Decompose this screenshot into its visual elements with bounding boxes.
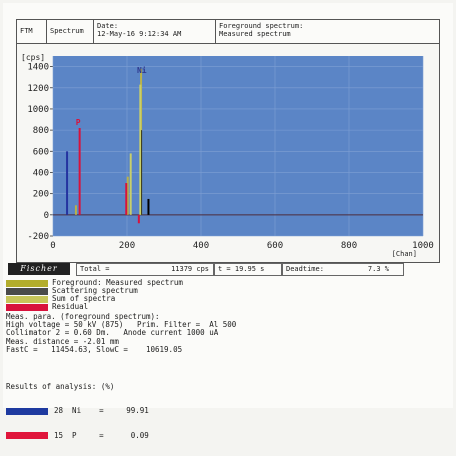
- x-tick-label: 0: [50, 241, 55, 251]
- header-box: FTM Spectrum Date: 12-May-16 9:12:34 AM …: [16, 19, 440, 45]
- y-tick-label: 1000: [27, 105, 49, 115]
- legend-label: Residual: [52, 302, 89, 311]
- mode-label: Spectrum: [47, 20, 94, 44]
- spectrum-svg: 1400120010008006004002000-2000 200 400 600 8…: [21, 53, 434, 258]
- result-row: 28 Ni = 99.91: [6, 407, 149, 416]
- result-text: 15 P = 0.09: [54, 430, 149, 440]
- y-tick-label: 600: [33, 147, 49, 157]
- x-tick-label: 200: [119, 241, 135, 251]
- status-bar: Fischer Total = 11379 cps t = 19.95 s De…: [8, 263, 428, 276]
- app-name: FTM: [17, 20, 47, 44]
- x-tick-label: 800: [341, 241, 357, 251]
- deadtime-value: 7.3 %: [367, 265, 389, 273]
- peak-label: P: [76, 118, 81, 127]
- x-tick-label: 400: [193, 241, 209, 251]
- y-tick-label: 400: [33, 168, 49, 178]
- y-tick-label: 800: [33, 126, 49, 136]
- total-value: 11379 cps: [171, 265, 209, 273]
- fischer-logo: Fischer: [8, 263, 70, 275]
- x-tick-label: 600: [267, 241, 283, 251]
- foreground-cell: Foreground spectrum: Measured spectrum: [216, 20, 439, 44]
- x-axis-label: [Chan]: [392, 250, 417, 258]
- legend-swatch: [6, 287, 48, 295]
- legend-swatch: [6, 279, 48, 287]
- result-row: 15 P = 0.09: [6, 430, 149, 441]
- total-box: Total = 11379 cps: [76, 263, 214, 276]
- date-label: Date:: [97, 22, 119, 30]
- peak-label: Ni: [137, 65, 147, 75]
- legend-swatch: [6, 303, 48, 311]
- legend-item: Residual: [6, 303, 183, 311]
- y-tick-label: 1400: [27, 63, 49, 73]
- measurement-parameters: Meas. para. (foreground spectrum): High v…: [6, 312, 236, 354]
- foreground-value: Measured spectrum: [219, 30, 291, 38]
- date-value: 12-May-16 9:12:34 AM: [97, 30, 182, 38]
- analysis-results: Results of analysis: (%) 28 Ni = 99.91 1…: [6, 367, 149, 456]
- plot-area: [53, 56, 423, 236]
- time-box: t = 19.95 s: [214, 263, 282, 276]
- spectrum-chart: 1400 1200 1000 800 600 400 200 0 -200 0 200 400 600 8…: [16, 43, 440, 263]
- y-tick-label: 200: [33, 190, 49, 200]
- legend-swatch: [6, 295, 48, 303]
- printout-sheet: FTM Spectrum Date: 12-May-16 9:12:34 AM …: [3, 3, 453, 440]
- legend-item: Sum of spectra: [6, 295, 183, 303]
- deadtime-box: Deadtime: 7.3 %: [282, 263, 404, 276]
- legend: Foreground: Measured spectrum Scattering…: [6, 279, 183, 311]
- deadtime-label: Deadtime:: [286, 265, 324, 273]
- y-tick-label: 1200: [27, 84, 49, 94]
- result-text: 28 Ni = 99.91: [54, 406, 149, 416]
- y-tick-label: -200: [27, 232, 49, 242]
- result-swatch: [6, 407, 48, 415]
- total-label: Total =: [80, 265, 110, 273]
- meas-line: FastC = 11454.63, SlowC = 10619.05: [6, 344, 183, 354]
- date-cell: Date: 12-May-16 9:12:34 AM: [94, 20, 216, 44]
- y-axis-label: [cps]: [21, 53, 45, 62]
- result-swatch: [6, 432, 48, 440]
- y-tick-label: 0: [44, 211, 49, 221]
- foreground-label: Foreground spectrum:: [219, 22, 304, 30]
- results-title: Results of analysis: (%): [6, 382, 115, 391]
